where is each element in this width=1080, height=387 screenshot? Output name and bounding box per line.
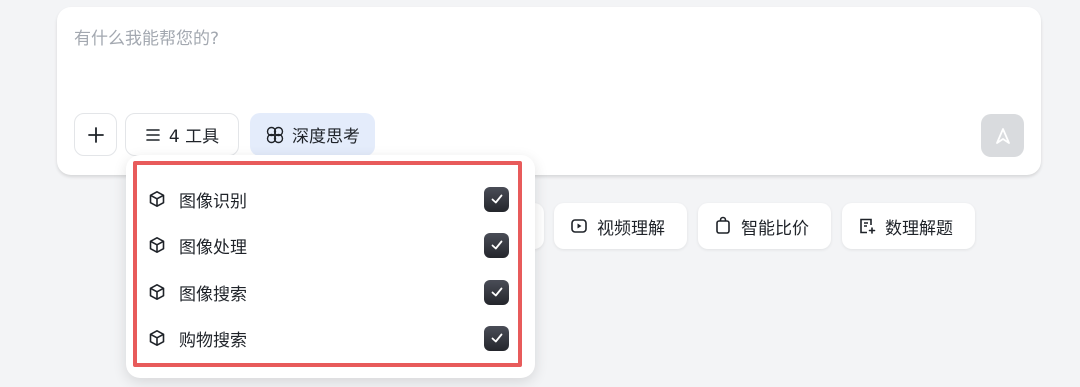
cube-icon [146,188,168,210]
send-icon [995,127,1010,144]
suggestion-chip-label: 智能比价 [741,218,809,239]
deep-think-icon [266,126,284,143]
chat-input[interactable]: 有什么我能帮您的? [74,24,219,49]
check-icon [491,194,502,204]
video-icon [571,219,587,233]
cube-icon [146,281,168,303]
suggestion-chip-video[interactable]: 视频理解 [554,203,687,249]
tool-item-label: 购物搜索 [179,330,247,351]
tool-item-shopping-search[interactable]: 购物搜索 [146,320,516,356]
tool-item-label: 图像搜索 [179,284,247,305]
suggestion-chip-math[interactable]: 数理解题 [842,203,975,249]
cube-icon [146,234,168,256]
tool-checkbox[interactable] [484,325,509,351]
math-doc-icon [860,218,876,234]
tools-button-label: 4 工具 [168,127,220,147]
check-icon [491,287,502,297]
suggestion-chip-label: 数理解题 [885,218,953,239]
deep-think-label: 深度思考 [292,127,360,147]
tool-item-image-recognition[interactable]: 图像识别 [146,181,516,217]
suggestion-chip-price[interactable]: 智能比价 [698,203,831,249]
tool-item-label: 图像处理 [179,237,247,258]
tools-dropdown: 图像识别 图像处理 图像搜索 购物搜索 [126,155,535,378]
add-button[interactable] [74,113,117,156]
menu-icon [146,128,160,141]
tools-button[interactable]: 4 工具 [125,113,239,156]
plus-icon [87,126,104,143]
tool-item-label: 图像识别 [179,191,247,212]
check-icon [491,333,502,343]
chat-input-card: 有什么我能帮您的? 4 工具 深度思考 [57,7,1041,175]
tool-checkbox[interactable] [484,186,509,212]
tool-checkbox[interactable] [484,232,509,258]
cube-icon [146,327,168,349]
tool-checkbox[interactable] [484,279,509,305]
send-button[interactable] [981,114,1024,157]
tool-item-image-processing[interactable]: 图像处理 [146,227,516,263]
deep-think-button[interactable]: 深度思考 [250,113,375,156]
tool-item-image-search[interactable]: 图像搜索 [146,274,516,310]
suggestion-chip-label: 视频理解 [597,218,665,239]
check-icon [491,240,502,250]
shopping-bag-icon [716,216,730,234]
